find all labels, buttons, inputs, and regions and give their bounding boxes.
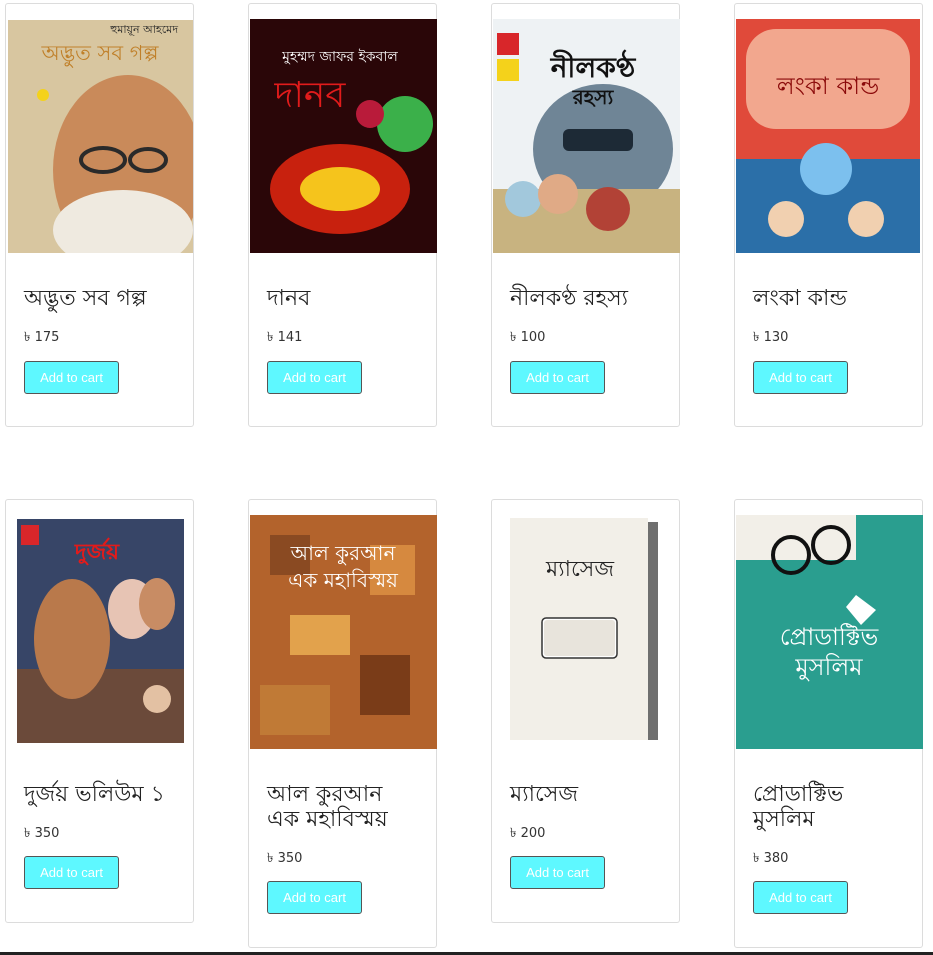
product-card: হুমায়ূন আহমেদ অদ্ভুত সব গল্প অদ্ভুত সব … [5,3,194,427]
cover-title-text: দানব [274,75,347,116]
product-price: ৳ 380 [753,851,789,866]
cover-title-text: আল কুরআন [290,541,397,565]
product-title[interactable]: দুর্জয় ভলিউম ১ [24,782,183,807]
book-cover-image[interactable]: লংকা কান্ড [736,19,920,253]
product-card: আল কুরআন এক মহাবিস্ময় আল কুরআন এক মহাবি… [248,499,437,948]
product-price: ৳ 100 [510,330,546,345]
product-grid: হুমায়ূন আহমেদ অদ্ভুত সব গল্প অদ্ভুত সব … [0,0,933,955]
product-card: লংকা কান্ড লংকা কান্ড ৳ 130 Add to cart [734,3,923,427]
product-price: ৳ 130 [753,330,789,345]
product-card: প্রোডাক্টিভ মুসলিম প্রোডাক্টিভ মুসলিম ৳ … [734,499,923,948]
add-to-cart-button[interactable]: Add to cart [510,856,605,889]
product-title[interactable]: দানব [267,286,426,311]
book-cover-image[interactable]: আল কুরআন এক মহাবিস্ময় [250,515,437,749]
product-card: ম্যাসেজ ম্যাসেজ ৳ 200 Add to cart [491,499,680,923]
book-cover-image[interactable]: মুহম্মদ জাফর ইকবাল দানব [250,19,437,253]
product-title[interactable]: আল কুরআন এক মহাবিস্ময় [267,782,417,832]
add-to-cart-button[interactable]: Add to cart [267,881,362,914]
product-price: ৳ 175 [24,330,60,345]
cover-title-text: নীলকণ্ঠ [550,49,637,84]
product-card: নীলকণ্ঠ রহস্য নীলকণ্ঠ রহস্য ৳ 100 Add to… [491,3,680,427]
product-price: ৳ 141 [267,330,303,345]
cover-subtitle-text: মুসলিম [794,653,863,681]
add-to-cart-button[interactable]: Add to cart [267,361,362,394]
cover-title-text: দুর্জয় [74,537,120,566]
book-cover-image[interactable]: হুমায়ূন আহমেদ অদ্ভুত সব গল্প [8,20,193,253]
product-title[interactable]: প্রোডাক্টিভ মুসলিম [753,782,893,832]
product-title[interactable]: ম্যাসেজ [510,782,669,807]
cover-subtitle-text: এক মহাবিস্ময় [288,568,399,592]
book-cover-image[interactable]: প্রোডাক্টিভ মুসলিম [736,515,923,749]
cover-title-text: লংকা কান্ড [776,72,880,100]
cover-author-text: মুহম্মদ জাফর ইকবাল [281,48,398,65]
add-to-cart-button[interactable]: Add to cart [753,881,848,914]
product-title[interactable]: নীলকণ্ঠ রহস্য [510,286,669,311]
product-price: ৳ 350 [267,851,303,866]
product-title[interactable]: লংকা কান্ড [753,286,912,311]
cover-title-text: প্রোডাক্টিভ [780,623,880,651]
add-to-cart-button[interactable]: Add to cart [753,361,848,394]
add-to-cart-button[interactable]: Add to cart [510,361,605,394]
product-title[interactable]: অদ্ভুত সব গল্প [24,286,183,311]
add-to-cart-button[interactable]: Add to cart [24,856,119,889]
book-cover-image[interactable]: নীলকণ্ঠ রহস্য [493,19,680,253]
product-card: দুর্জয় দুর্জয় ভলিউম ১ ৳ 350 Add to car… [5,499,194,923]
book-cover-image[interactable]: দুর্জয় [17,519,184,743]
product-card: মুহম্মদ জাফর ইকবাল দানব দানব ৳ 141 Add t… [248,3,437,427]
product-price: ৳ 200 [510,826,546,841]
product-price: ৳ 350 [24,826,60,841]
cover-subtitle-text: রহস্য [572,85,615,109]
book-cover-image[interactable]: ম্যাসেজ [502,518,664,748]
add-to-cart-button[interactable]: Add to cart [24,361,119,394]
cover-title-text: অদ্ভুত সব গল্প [40,41,159,67]
cover-title-text: ম্যাসেজ [545,557,614,582]
cover-author-text: হুমায়ূন আহমেদ [109,23,178,36]
